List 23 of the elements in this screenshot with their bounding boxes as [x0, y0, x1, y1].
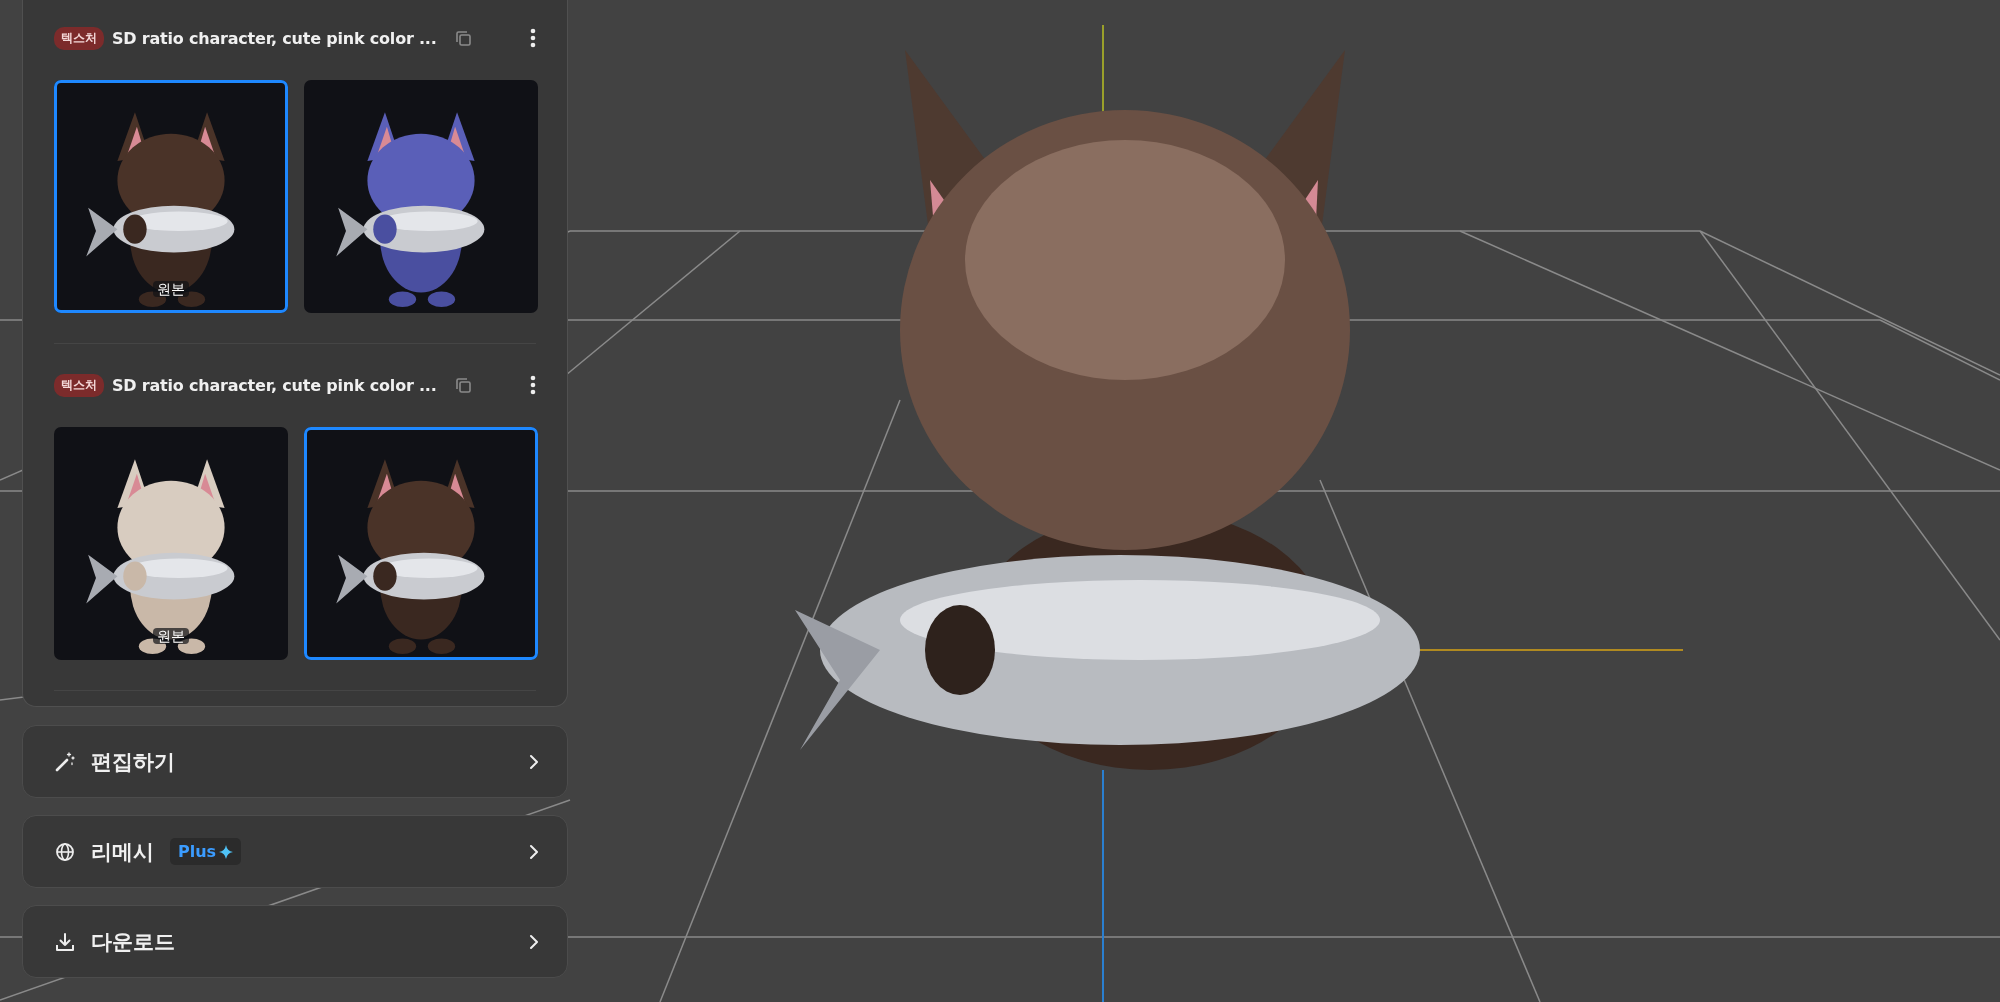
card-title: SD ratio character, cute pink color ...	[112, 28, 437, 48]
plus-badge: Plus	[170, 838, 242, 865]
thumbnail-label: 원본	[153, 628, 189, 644]
globe-icon	[54, 840, 76, 863]
copy-icon[interactable]	[454, 29, 472, 47]
chevron-icon	[529, 753, 539, 770]
more-icon[interactable]	[530, 28, 536, 48]
wand-icon	[54, 750, 76, 773]
thumbnail[interactable]: 원본	[54, 427, 288, 660]
download-icon	[54, 930, 76, 953]
chevron-icon	[529, 933, 539, 950]
tag-badge: 텍스처	[54, 26, 104, 50]
edit-button[interactable]: 편집하기	[22, 725, 568, 798]
tag-badge: 텍스처	[54, 373, 104, 397]
copy-icon[interactable]	[454, 376, 472, 394]
card-title: SD ratio character, cute pink color ...	[112, 375, 437, 395]
more-icon[interactable]	[530, 375, 536, 395]
thumbnail[interactable]: 원본	[54, 80, 288, 313]
remesh-button[interactable]: 리메시 Plus	[22, 815, 568, 888]
chevron-icon	[529, 843, 539, 860]
sparkle-icon	[219, 844, 234, 859]
thumbnail-label: 원본	[153, 281, 189, 297]
download-button[interactable]: 다운로드	[22, 905, 568, 978]
